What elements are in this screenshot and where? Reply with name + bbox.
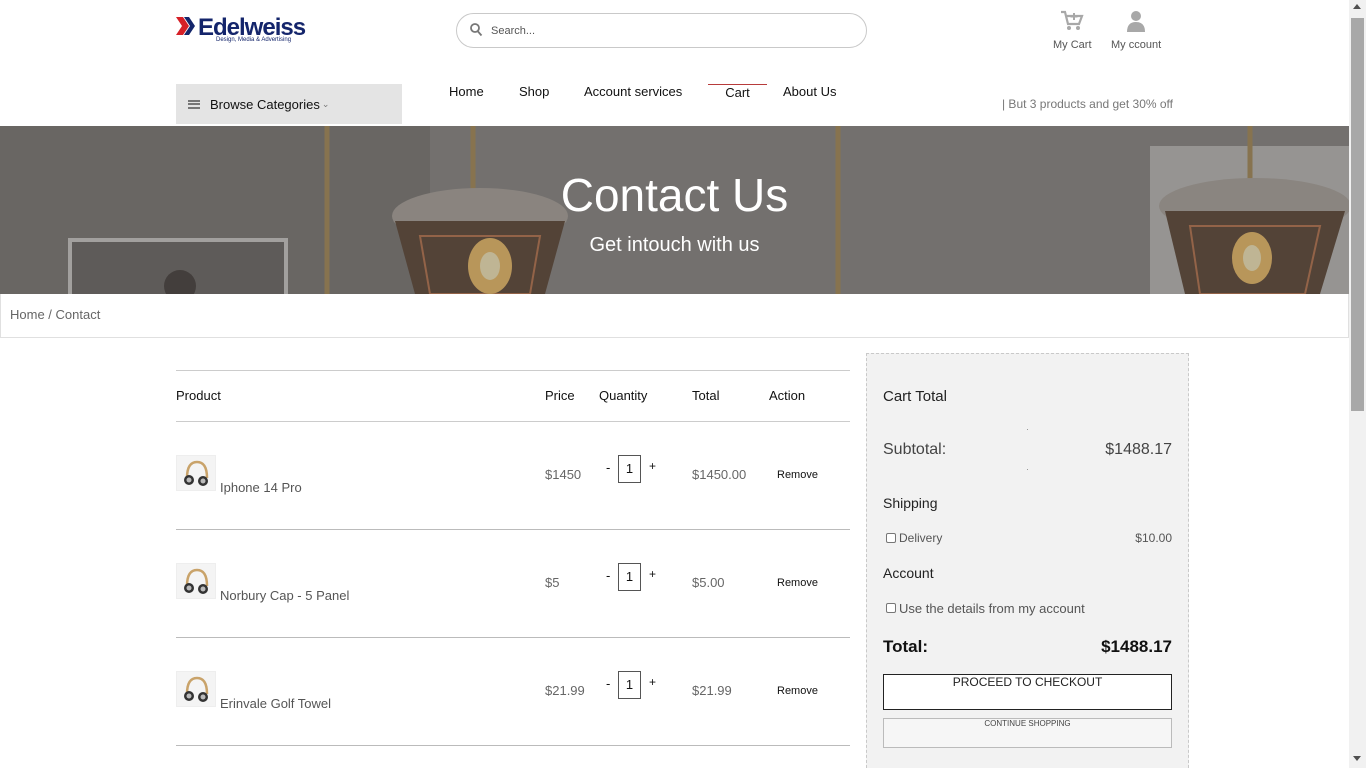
my-cart-button[interactable]: My Cart	[1053, 10, 1092, 51]
product-thumbnail[interactable]	[176, 455, 216, 491]
hero-subtitle: Get intouch with us	[589, 234, 760, 256]
promo-text: | But 3 products and get 30% off	[1001, 97, 1173, 111]
product-thumbnail[interactable]	[176, 563, 216, 599]
product-price: $21.99	[545, 683, 585, 698]
breadcrumb: Home / Contact	[10, 307, 100, 322]
cart-row: Erinvale Golf Towel $21.99 - 1 + $21.99 …	[176, 638, 850, 746]
remove-button[interactable]: Remove	[777, 685, 818, 697]
my-cart-label: My Cart	[1053, 39, 1092, 51]
cart-icon	[1061, 10, 1084, 30]
search-box	[456, 13, 867, 48]
continue-shopping-button[interactable]: CONTINUE SHOPPING	[883, 718, 1172, 748]
nav-home[interactable]: Home	[449, 84, 484, 124]
brand-tagline: Design, Media & Advertising	[216, 37, 292, 43]
product-name[interactable]: Iphone 14 Pro	[220, 480, 302, 495]
nav-cart[interactable]: Cart	[708, 84, 767, 124]
search-input[interactable]	[491, 22, 851, 40]
remove-button[interactable]: Remove	[777, 469, 818, 481]
delivery-value: $10.00	[1135, 531, 1172, 545]
quantity-input[interactable]: 1	[618, 671, 641, 699]
delivery-checkbox[interactable]	[886, 533, 896, 543]
chevron-down-icon: ⌄	[321, 98, 330, 109]
header-quantity: Quantity	[599, 388, 648, 403]
nav-shop[interactable]: Shop	[519, 84, 549, 124]
quantity-increase-button[interactable]: +	[649, 459, 656, 473]
subtotal-label: Subtotal:	[883, 441, 947, 458]
nav-account-services[interactable]: Account services	[584, 84, 682, 124]
header-action: Action	[769, 388, 806, 403]
breadcrumb-current: Contact	[55, 307, 101, 322]
cart-total-panel: Cart Total Subtotal: $1488.17 Shipping D…	[866, 353, 1189, 768]
remove-button[interactable]: Remove	[777, 577, 818, 589]
header-total: Total	[692, 388, 720, 403]
cart-table-header: Product Price Quantity Total Action	[176, 370, 850, 422]
breadcrumb-separator: /	[44, 307, 56, 322]
use-account-details-label: Use the details from my account	[899, 601, 1085, 616]
logo-chevron-icon	[176, 17, 195, 35]
browse-categories-label: Browse Categories	[210, 96, 320, 112]
quantity-decrease-button[interactable]: -	[606, 568, 610, 583]
browse-categories-button[interactable]: Browse Categories ⌄	[176, 84, 402, 124]
page-scrollbar[interactable]	[1349, 0, 1366, 768]
my-account-button[interactable]: My ccount	[1111, 10, 1161, 51]
scroll-down-arrow-icon[interactable]	[1353, 756, 1361, 761]
account-heading: Account	[883, 565, 934, 581]
line-total: $21.99	[692, 683, 732, 698]
cart-total-title: Cart Total	[883, 388, 947, 405]
cart-row: Iphone 14 Pro $1450 - 1 + $1450.00 Remov…	[176, 422, 850, 530]
total-value: $1488.17	[1101, 637, 1172, 656]
line-total: $5.00	[692, 575, 725, 590]
quantity-increase-button[interactable]: +	[649, 675, 656, 689]
line-total: $1450.00	[692, 467, 747, 482]
header-price: Price	[545, 388, 575, 403]
headphones-icon	[184, 676, 209, 702]
quantity-decrease-button[interactable]: -	[606, 460, 610, 475]
scrollbar-thumb[interactable]	[1351, 18, 1364, 411]
hero-title: Contact Us	[560, 169, 789, 221]
headphones-icon	[184, 460, 209, 486]
product-price: $1450	[545, 467, 582, 482]
delivery-label: Delivery	[899, 531, 943, 545]
product-thumbnail[interactable]	[176, 671, 216, 707]
product-name[interactable]: Erinvale Golf Towel	[220, 696, 331, 711]
use-account-details-checkbox[interactable]	[886, 603, 896, 613]
quantity-increase-button[interactable]: +	[649, 567, 656, 581]
user-icon	[1127, 11, 1146, 32]
breadcrumb-bar: Home / Contact	[0, 294, 1349, 338]
cart-table: Product Price Quantity Total Action Ipho…	[176, 370, 850, 746]
shipping-heading: Shipping	[883, 495, 938, 511]
nav-about-us[interactable]: About Us	[783, 84, 836, 124]
breadcrumb-home-link[interactable]: Home	[10, 307, 45, 322]
menu-icon	[188, 99, 200, 109]
proceed-to-checkout-button[interactable]: PROCEED TO CHECKOUT	[883, 674, 1172, 710]
subtotal-value: $1488.17	[1105, 441, 1172, 458]
search-icon[interactable]	[470, 23, 483, 37]
quantity-decrease-button[interactable]: -	[606, 676, 610, 691]
divider-dot	[1027, 469, 1028, 470]
brand-logo[interactable]: Edelweiss Design, Media & Advertising	[176, 14, 306, 47]
product-name[interactable]: Norbury Cap - 5 Panel	[220, 588, 349, 603]
my-account-label: My ccount	[1111, 39, 1162, 51]
scroll-up-arrow-icon[interactable]	[1353, 4, 1361, 9]
divider-dot	[1027, 429, 1028, 430]
headphones-icon	[184, 568, 209, 594]
product-price: $5	[545, 575, 560, 590]
hero-banner: Contact Us Get intouch with us	[0, 126, 1349, 294]
cart-row: Norbury Cap - 5 Panel $5 - 1 + $5.00 Rem…	[176, 530, 850, 638]
quantity-input[interactable]: 1	[618, 455, 641, 483]
quantity-input[interactable]: 1	[618, 563, 641, 591]
total-label: Total:	[883, 637, 929, 656]
header-product: Product	[176, 388, 221, 403]
